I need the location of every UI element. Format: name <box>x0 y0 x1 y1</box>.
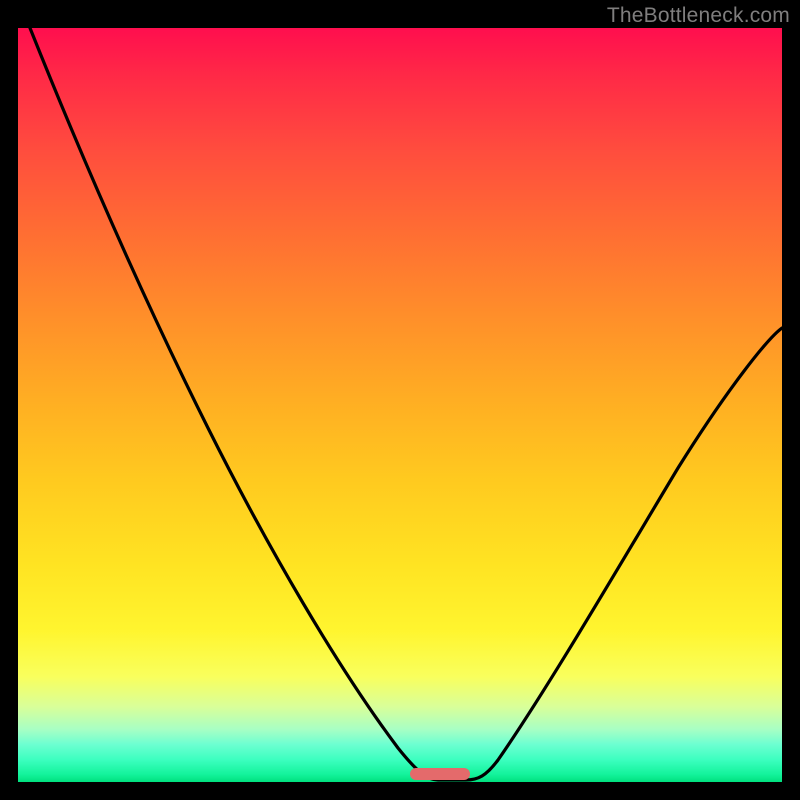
chart-frame: TheBottleneck.com <box>0 0 800 800</box>
bottleneck-curve <box>18 28 782 782</box>
curve-path <box>30 28 782 780</box>
optimal-zone-marker <box>410 768 470 780</box>
watermark-text: TheBottleneck.com <box>607 4 790 28</box>
plot-area <box>18 28 782 782</box>
